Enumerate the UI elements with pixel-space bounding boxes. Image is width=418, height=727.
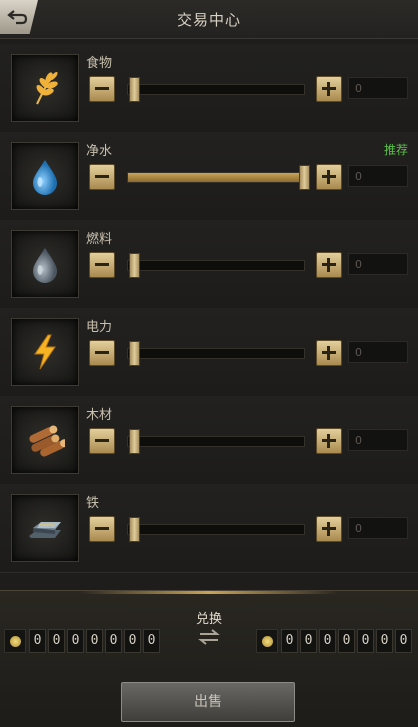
resource-row: 木材 0	[0, 396, 418, 485]
increase-button[interactable]	[316, 516, 342, 542]
resource-icon-frame	[11, 318, 79, 386]
resource-row: 食物 0	[0, 44, 418, 133]
amount-digit: 0	[395, 629, 412, 653]
swap-arrows-icon[interactable]	[197, 628, 221, 646]
quantity-input[interactable]: 0	[348, 429, 408, 451]
exchange-divider-glow	[80, 591, 338, 594]
plus-icon-vertical	[327, 82, 330, 96]
quantity-input[interactable]: 0	[348, 253, 408, 275]
amount-digit: 0	[86, 629, 103, 653]
resource-name: 净水	[86, 144, 113, 159]
decrease-button[interactable]	[89, 428, 115, 454]
quantity-slider[interactable]	[127, 253, 305, 278]
decrease-button[interactable]	[89, 516, 115, 542]
plus-icon-vertical	[327, 170, 330, 184]
slider-handle[interactable]	[299, 165, 310, 190]
resource-row: 净水 推荐 0	[0, 132, 418, 221]
plus-icon-vertical	[327, 346, 330, 360]
increase-button[interactable]	[316, 252, 342, 278]
quantity-slider[interactable]	[127, 517, 305, 542]
decrease-button[interactable]	[89, 164, 115, 190]
amount-digit: 0	[67, 629, 84, 653]
amount-digit: 0	[357, 629, 374, 653]
resource-row: 铁0	[0, 484, 418, 573]
quantity-input[interactable]: 0	[348, 77, 408, 99]
quantity-input[interactable]: 0	[348, 517, 408, 539]
minus-icon	[95, 87, 109, 90]
resource-name: 燃料	[86, 232, 113, 247]
resource-name: 铁	[86, 496, 100, 511]
resource-name: 食物	[86, 56, 113, 71]
increase-button[interactable]	[316, 340, 342, 366]
exchange-panel: 兑换 0000000 0000000 出售	[0, 590, 418, 727]
amount-digit: 0	[376, 629, 393, 653]
slider-handle[interactable]	[129, 341, 140, 366]
resource-icon-frame	[11, 54, 79, 122]
exchange-title: 兑换	[195, 612, 222, 627]
amount-digit: 0	[105, 629, 122, 653]
minus-icon	[95, 439, 109, 442]
amount-digit: 0	[124, 629, 141, 653]
decrease-button[interactable]	[89, 76, 115, 102]
resource-icon-frame	[11, 142, 79, 210]
quantity-slider[interactable]	[127, 429, 305, 454]
quantity-slider[interactable]	[127, 165, 310, 190]
amount-digit: 0	[48, 629, 65, 653]
amount-digit: 0	[319, 629, 336, 653]
resource-row: 燃料 0	[0, 220, 418, 309]
slider-handle[interactable]	[129, 253, 140, 278]
amount-digit: 0	[143, 629, 160, 653]
increase-button[interactable]	[316, 164, 342, 190]
sell-button[interactable]: 出售	[121, 682, 295, 722]
quantity-slider[interactable]	[127, 77, 305, 102]
increase-button[interactable]	[316, 428, 342, 454]
resource-icon-frame	[11, 406, 79, 474]
resource-name: 木材	[86, 408, 113, 423]
decrease-button[interactable]	[89, 340, 115, 366]
quantity-input[interactable]: 0	[348, 341, 408, 363]
plus-icon-vertical	[327, 258, 330, 272]
quantity-slider[interactable]	[127, 341, 305, 366]
slider-handle[interactable]	[129, 77, 140, 102]
slider-handle[interactable]	[129, 429, 140, 454]
slider-handle[interactable]	[129, 517, 140, 542]
coin-icon	[256, 629, 278, 653]
amount-digit: 0	[29, 629, 46, 653]
resource-icon-frame	[11, 494, 79, 562]
plus-icon-vertical	[327, 434, 330, 448]
minus-icon	[95, 175, 109, 178]
amount-digit: 0	[338, 629, 355, 653]
recommend-tag: 推荐	[383, 143, 408, 157]
coin-icon	[4, 629, 26, 653]
resource-row: 电力 0	[0, 308, 418, 397]
minus-icon	[95, 527, 109, 530]
quantity-input[interactable]: 0	[348, 165, 408, 187]
plus-icon-vertical	[327, 522, 330, 536]
slider-fill	[128, 173, 304, 182]
minus-icon	[95, 351, 109, 354]
page-title: 交易中心	[176, 11, 241, 29]
increase-button[interactable]	[316, 76, 342, 102]
resource-icon-frame	[11, 230, 79, 298]
resource-name: 电力	[86, 320, 113, 335]
minus-icon	[95, 263, 109, 266]
amount-digit: 0	[281, 629, 298, 653]
amount-digit: 0	[300, 629, 317, 653]
header-bar: 交易中心	[0, 0, 418, 39]
decrease-button[interactable]	[89, 252, 115, 278]
